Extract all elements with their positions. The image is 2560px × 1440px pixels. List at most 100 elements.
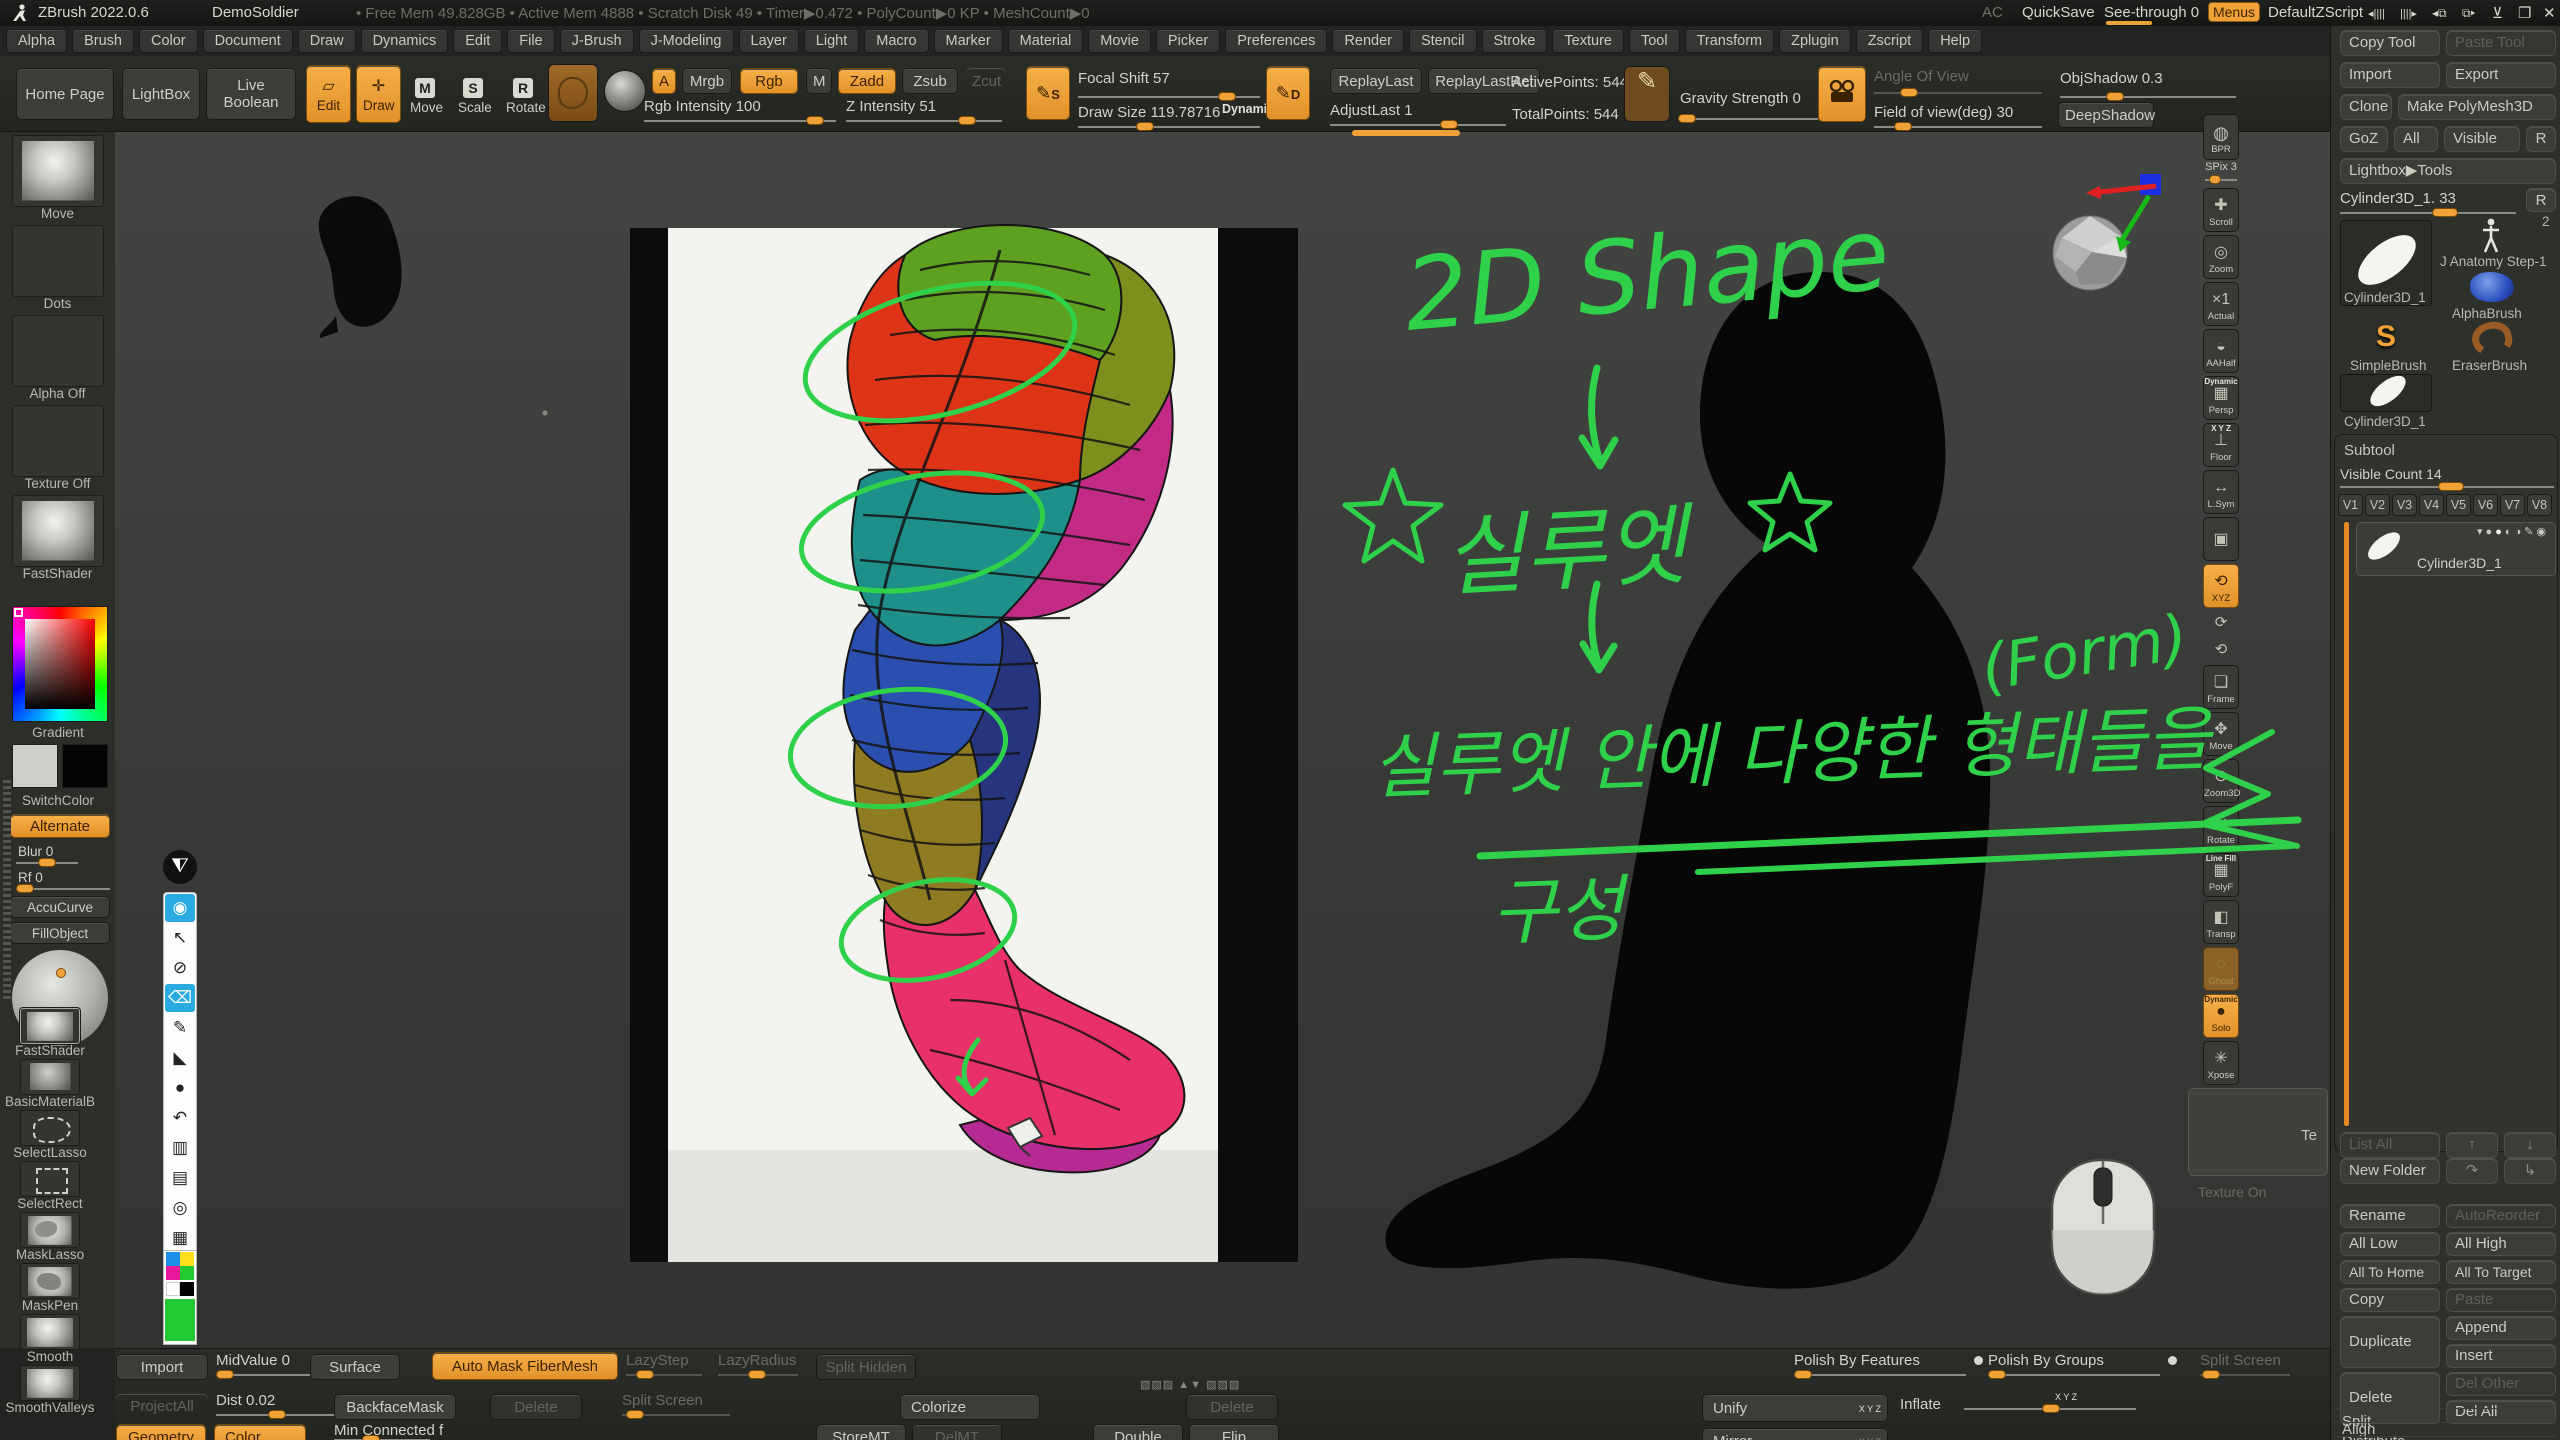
polish-groups-slider[interactable]: Polish By Groups xyxy=(1988,1352,2104,1369)
menu-item[interactable]: Help xyxy=(1928,29,1982,53)
split-screen-slider-2[interactable]: Split Screen xyxy=(2200,1352,2281,1369)
append-button[interactable]: Append xyxy=(2446,1316,2556,1340)
pen-pencil-icon[interactable]: ✎ xyxy=(165,1014,195,1042)
paste-subtool-button[interactable]: Paste xyxy=(2446,1288,2556,1312)
lightbox-tools-button[interactable]: Lightbox▶Tools xyxy=(2340,158,2556,184)
subtool-scrollbar[interactable] xyxy=(2344,522,2349,1126)
cylinder-tool-thumb[interactable] xyxy=(2340,374,2432,412)
paste-tool-button[interactable]: Paste Tool xyxy=(2446,30,2556,56)
objshadow-slider[interactable]: ObjShadow 0.3 xyxy=(2060,70,2163,87)
strip-scroll[interactable]: ✚ Scroll xyxy=(2203,188,2239,232)
strip-aahalf[interactable]: ◒ AAHalf xyxy=(2203,329,2239,373)
pen-app-logo-icon[interactable]: ⧨ xyxy=(163,850,197,884)
move-button[interactable]: M Move xyxy=(404,70,446,120)
menu-item[interactable]: Zscript xyxy=(1856,29,1924,53)
tool-r-button[interactable]: R xyxy=(2526,188,2556,212)
pen-dot-icon[interactable]: ● xyxy=(165,1074,195,1102)
texture-on-label[interactable]: Texture On xyxy=(2198,1184,2328,1200)
import-button[interactable]: Import xyxy=(116,1354,208,1380)
projectall-button[interactable]: ProjectAll xyxy=(116,1394,208,1420)
secondary-color-swatch[interactable] xyxy=(62,744,108,788)
goz-button[interactable]: GoZ xyxy=(2340,126,2388,152)
subtool-title[interactable]: Subtool xyxy=(2344,442,2395,459)
strip-xpose[interactable]: ✳ Xpose xyxy=(2203,1041,2239,1085)
view-tab[interactable]: V8 xyxy=(2527,494,2552,516)
zsub-button[interactable]: Zsub xyxy=(902,68,958,94)
strip-actual[interactable]: ×1 Actual xyxy=(2203,282,2239,326)
delete-button-2[interactable]: Delete xyxy=(1186,1394,1278,1420)
main-color-swatch[interactable] xyxy=(12,744,58,788)
rgb-button[interactable]: Rgb xyxy=(740,68,798,94)
focal-shift-track[interactable] xyxy=(1078,96,1260,98)
close-button[interactable]: ✕ xyxy=(2543,4,2556,22)
duplicate-button[interactable]: Duplicate xyxy=(2340,1316,2440,1368)
scale-button[interactable]: S Scale xyxy=(452,70,494,120)
menu-item[interactable]: Layer xyxy=(739,29,799,53)
menu-item[interactable]: Document xyxy=(203,29,293,53)
view-tab[interactable]: V6 xyxy=(2473,494,2498,516)
flip-button[interactable]: Flip xyxy=(1189,1424,1279,1440)
pen-clipboard-icon[interactable]: ▦ xyxy=(165,1224,195,1252)
seethrough-slider[interactable]: See-through 0 xyxy=(2104,4,2199,21)
brush-selectrect[interactable]: SelectRect xyxy=(0,1161,100,1211)
menu-item[interactable]: Light xyxy=(804,29,859,53)
spix-slider[interactable]: SPix 3 xyxy=(2203,161,2239,187)
menu-item[interactable]: Macro xyxy=(864,29,928,53)
color-button[interactable]: Color xyxy=(214,1424,306,1440)
z-intensity-slider[interactable]: Z Intensity 51 xyxy=(846,98,936,115)
polish-features-slider[interactable]: Polish By Features xyxy=(1794,1352,1920,1369)
replay-last-button[interactable]: ReplayLast xyxy=(1330,68,1422,94)
autoreorder-button[interactable]: AutoReorder xyxy=(2446,1204,2556,1228)
rf-slider[interactable]: Rf 0 xyxy=(18,870,43,885)
z-intensity-track[interactable] xyxy=(846,120,1002,122)
new-folder-button[interactable]: New Folder xyxy=(2340,1158,2440,1184)
color-picker[interactable] xyxy=(12,606,108,722)
unify-button[interactable]: UnifyX Y Z xyxy=(1702,1394,1888,1422)
gradient-button[interactable]: Gradient xyxy=(8,726,108,740)
pen-board-icon[interactable]: ▤ xyxy=(165,1164,195,1192)
double-button[interactable]: Double xyxy=(1093,1424,1183,1440)
split-screen-track[interactable] xyxy=(622,1414,730,1416)
active-tool-track[interactable] xyxy=(2340,212,2516,214)
fov-track[interactable] xyxy=(1874,126,2042,128)
menu-item[interactable]: Dynamics xyxy=(361,29,449,53)
stroke-dots[interactable]: Dots xyxy=(8,225,108,311)
distribute-section-header[interactable]: Distribute xyxy=(2334,1436,2556,1440)
material-preview-sphere[interactable] xyxy=(604,70,646,112)
min-connected-slider[interactable]: Min Connected f xyxy=(334,1422,443,1439)
rgb-intensity-slider[interactable]: Rgb Intensity 100 xyxy=(644,98,761,115)
dist-slider[interactable]: Dist 0.02 xyxy=(216,1392,275,1409)
m-button[interactable]: M xyxy=(806,68,832,94)
strip-ghost[interactable]: ◌ Ghost xyxy=(2203,947,2239,991)
strip-frame[interactable]: ❏ Frame xyxy=(2203,665,2239,709)
dock-right-icon[interactable]: ⧉▸ xyxy=(2462,6,2475,21)
rgb-intensity-track[interactable] xyxy=(644,120,836,122)
copy-subtool-button[interactable]: Copy xyxy=(2340,1288,2440,1312)
anatomy-thumb[interactable] xyxy=(2478,218,2504,254)
strip-polyf[interactable]: Line Fill ▦ PolyF xyxy=(2203,853,2239,897)
edit-button[interactable]: ▱ Edit xyxy=(306,65,351,123)
dist-track[interactable] xyxy=(216,1414,338,1416)
focal-shift-slider[interactable]: Focal Shift 57 xyxy=(1078,70,1170,87)
colorize-button[interactable]: Colorize xyxy=(900,1394,1040,1420)
fillobject-button[interactable]: FillObject xyxy=(10,922,110,944)
move-out-folder-button[interactable]: ↳ xyxy=(2504,1158,2556,1184)
accucurve-button[interactable]: AccuCurve xyxy=(10,896,110,918)
menu-item[interactable]: Draw xyxy=(298,29,356,53)
list-all-button[interactable]: List All xyxy=(2340,1132,2440,1158)
copy-tool-button[interactable]: Copy Tool xyxy=(2340,30,2440,56)
menu-item[interactable]: Movie xyxy=(1088,29,1151,53)
pen-cursor-icon[interactable]: ↖ xyxy=(165,924,195,952)
visible-count-track[interactable] xyxy=(2340,486,2554,488)
default-zscript-button[interactable]: DefaultZScript xyxy=(2268,4,2363,21)
angle-of-view-track[interactable] xyxy=(1874,92,2042,94)
pen-undo-icon[interactable]: ↶ xyxy=(165,1104,195,1132)
polish-features-track[interactable] xyxy=(1794,1374,1966,1376)
view-tab[interactable]: V2 xyxy=(2365,494,2390,516)
brush-masklasso[interactable]: MaskLasso xyxy=(0,1212,100,1262)
menu-item[interactable]: J-Brush xyxy=(560,29,634,53)
mirror-button[interactable]: MirrorX Y Z xyxy=(1702,1428,1888,1440)
delete-button[interactable]: Delete xyxy=(490,1394,582,1420)
goz-visible-button[interactable]: Visible xyxy=(2444,126,2520,152)
brush-smooth[interactable]: Smooth xyxy=(0,1314,100,1364)
